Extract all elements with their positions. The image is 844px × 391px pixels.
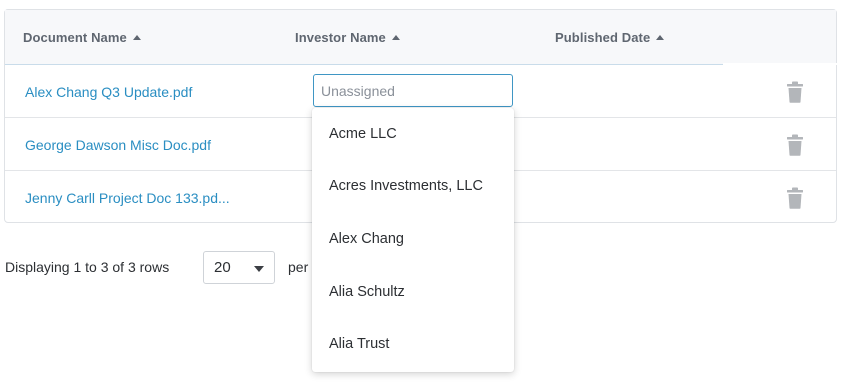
table-header: Document Name Investor Name Published Da… — [5, 10, 837, 65]
column-header-investor-name[interactable]: Investor Name — [295, 10, 400, 65]
pagination-summary: Displaying 1 to 3 of 3 rows — [5, 259, 170, 275]
investor-dropdown-menu: Acme LLC Acres Investments, LLC Alex Cha… — [312, 108, 514, 372]
trash-icon[interactable] — [785, 187, 805, 209]
column-header-document-name[interactable]: Document Name — [23, 10, 141, 65]
investor-select-input[interactable] — [313, 74, 513, 107]
document-link[interactable]: Jenny Carll Project Doc 133.pd... — [25, 171, 230, 224]
dropdown-option[interactable]: Acme LLC — [312, 108, 514, 160]
dropdown-option[interactable]: Acres Investments, LLC — [312, 160, 514, 212]
page-size-value: 20 — [214, 259, 231, 276]
dropdown-option[interactable]: Alex Chang — [312, 213, 514, 265]
document-link[interactable]: Alex Chang Q3 Update.pdf — [25, 65, 192, 118]
dropdown-option[interactable]: Alia Schultz — [312, 266, 514, 318]
chevron-down-icon — [254, 266, 264, 272]
column-header-label: Published Date — [555, 30, 651, 45]
column-header-label: Document Name — [23, 30, 127, 45]
page-size-select[interactable]: 20 — [203, 251, 275, 284]
dropdown-option[interactable]: Alia Trust — [312, 318, 514, 370]
column-header-label: Investor Name — [295, 30, 386, 45]
per-page-label: per — [288, 259, 309, 275]
sort-ascending-icon — [132, 35, 141, 40]
column-header-published-date[interactable]: Published Date — [555, 10, 665, 65]
document-link[interactable]: George Dawson Misc Doc.pdf — [25, 118, 211, 171]
sort-ascending-icon — [656, 35, 665, 40]
trash-icon[interactable] — [785, 81, 805, 103]
sort-ascending-icon — [391, 35, 400, 40]
trash-icon[interactable] — [785, 134, 805, 156]
